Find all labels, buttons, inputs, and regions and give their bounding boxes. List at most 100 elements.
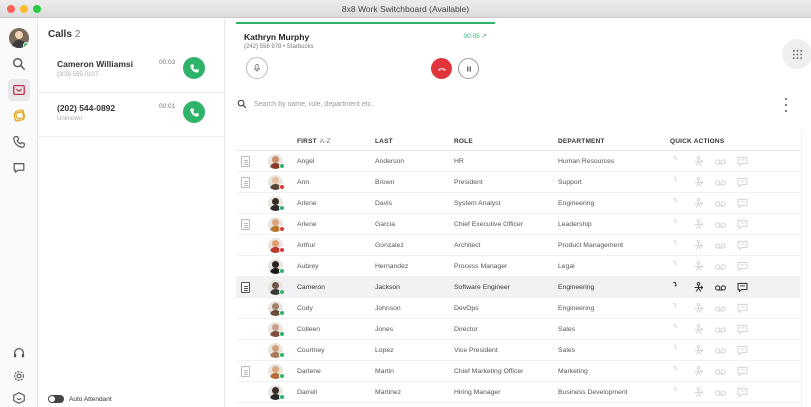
transfer-icon[interactable] bbox=[692, 344, 705, 357]
table-row[interactable]: Courtney Lopez Vice President Sales bbox=[236, 340, 800, 361]
rail-switchboard-button[interactable] bbox=[8, 79, 30, 101]
column-header-role[interactable]: ROLE bbox=[454, 138, 473, 145]
table-row[interactable]: Arthur Gonzalez Architect Product Managemen… bbox=[236, 235, 800, 256]
message-icon[interactable] bbox=[736, 176, 749, 189]
presence-dot bbox=[279, 205, 285, 211]
message-icon[interactable] bbox=[736, 302, 749, 315]
answer-call-button[interactable] bbox=[183, 57, 205, 79]
rail-app-button[interactable] bbox=[8, 387, 30, 407]
voicemail-icon[interactable] bbox=[714, 386, 727, 399]
transfer-icon[interactable] bbox=[692, 239, 705, 252]
transfer-icon[interactable] bbox=[692, 197, 705, 210]
table-row[interactable]: Cameron Jackson Software Engineer Engineeri… bbox=[236, 277, 800, 298]
answer-call-button[interactable] bbox=[183, 101, 205, 123]
message-icon[interactable] bbox=[736, 344, 749, 357]
transfer-icon[interactable] bbox=[692, 386, 705, 399]
table-row[interactable]: Arlene Davis System Analyst Engineering bbox=[236, 193, 800, 214]
transfer-icon[interactable] bbox=[692, 218, 705, 231]
message-icon[interactable] bbox=[736, 260, 749, 273]
call-icon[interactable] bbox=[670, 365, 683, 378]
call-icon[interactable] bbox=[670, 155, 683, 168]
notes-icon[interactable] bbox=[241, 282, 250, 293]
call-icon[interactable] bbox=[670, 386, 683, 399]
call-icon[interactable] bbox=[670, 281, 683, 294]
table-row[interactable]: Cody Johnson DevOps Engineering bbox=[236, 298, 800, 319]
call-icon[interactable] bbox=[670, 176, 683, 189]
table-row[interactable]: Colleen Jones Director Sales bbox=[236, 319, 800, 340]
voicemail-icon[interactable] bbox=[714, 197, 727, 210]
quick-actions bbox=[670, 218, 749, 231]
incoming-call-item[interactable]: Cameron Williamsi (303) 555-0107 00:03 bbox=[39, 49, 225, 93]
rail-contacts-button[interactable] bbox=[8, 105, 30, 127]
rail-settings-button[interactable] bbox=[8, 365, 30, 387]
voicemail-icon[interactable] bbox=[714, 344, 727, 357]
cell-department: Human Resources bbox=[558, 158, 615, 165]
hang-up-button[interactable] bbox=[431, 58, 452, 79]
cell-last-name: Lopez bbox=[375, 347, 394, 354]
voicemail-icon[interactable] bbox=[714, 323, 727, 336]
incoming-call-item[interactable]: (202) 544-0892 Unknown 00:01 bbox=[39, 93, 225, 137]
voicemail-icon[interactable] bbox=[714, 218, 727, 231]
voicemail-icon[interactable] bbox=[714, 176, 727, 189]
message-icon[interactable] bbox=[736, 323, 749, 336]
message-icon[interactable] bbox=[736, 155, 749, 168]
voicemail-icon[interactable] bbox=[714, 281, 727, 294]
more-options-button[interactable] bbox=[783, 98, 789, 112]
table-row[interactable]: Angel Anderson HR Human Resources bbox=[236, 151, 800, 172]
table-row[interactable]: Ann Brown President Support bbox=[236, 172, 800, 193]
transfer-icon[interactable] bbox=[692, 302, 705, 315]
message-icon[interactable] bbox=[736, 281, 749, 294]
transfer-icon[interactable] bbox=[692, 260, 705, 273]
voicemail-icon[interactable] bbox=[714, 155, 727, 168]
voicemail-icon[interactable] bbox=[714, 365, 727, 378]
my-avatar[interactable] bbox=[9, 28, 29, 48]
call-icon[interactable] bbox=[670, 260, 683, 273]
transfer-icon[interactable] bbox=[692, 176, 705, 189]
rail-support-button[interactable] bbox=[8, 342, 30, 364]
cell-first-name: Darlene bbox=[297, 368, 321, 375]
notes-icon[interactable] bbox=[241, 219, 250, 230]
message-icon[interactable] bbox=[736, 386, 749, 399]
call-icon[interactable] bbox=[670, 344, 683, 357]
voicemail-icon[interactable] bbox=[714, 302, 727, 315]
call-icon[interactable] bbox=[670, 323, 683, 336]
message-icon[interactable] bbox=[736, 197, 749, 210]
table-row[interactable]: Aubrey Hernandez Process Manager Legal bbox=[236, 256, 800, 277]
hold-button[interactable] bbox=[458, 58, 479, 79]
notes-icon[interactable] bbox=[241, 177, 250, 188]
notes-icon[interactable] bbox=[241, 156, 250, 167]
transfer-icon[interactable] bbox=[692, 365, 705, 378]
caller-number: Unknown bbox=[57, 116, 83, 122]
search-input[interactable] bbox=[254, 100, 434, 108]
call-icon[interactable] bbox=[670, 218, 683, 231]
voicemail-icon[interactable] bbox=[714, 260, 727, 273]
auto-attendant-toggle[interactable] bbox=[48, 395, 64, 403]
quick-actions bbox=[670, 197, 749, 210]
message-icon[interactable] bbox=[736, 218, 749, 231]
rail-search-button[interactable] bbox=[8, 53, 30, 75]
call-icon[interactable] bbox=[670, 197, 683, 210]
table-row[interactable]: Arlene Garcia Chief Executive Officer Leade… bbox=[236, 214, 800, 235]
call-icon[interactable] bbox=[670, 239, 683, 252]
table-row[interactable]: Darlene Martin Chief Marketing Officer Mark… bbox=[236, 361, 800, 382]
column-header-last[interactable]: LAST bbox=[375, 138, 393, 145]
column-header-department[interactable]: DEPARTMENT bbox=[558, 138, 605, 145]
column-header-first[interactable]: FIRST A-Z bbox=[297, 138, 331, 145]
rail-chat-button[interactable] bbox=[8, 157, 30, 179]
message-icon[interactable] bbox=[736, 239, 749, 252]
table-row[interactable]: Darrell Martinez Hiring Manager Business De… bbox=[236, 382, 800, 403]
transfer-icon[interactable] bbox=[692, 281, 705, 294]
cell-department: Support bbox=[558, 179, 582, 186]
voicemail-icon[interactable] bbox=[714, 239, 727, 252]
cell-role: Vice President bbox=[454, 347, 498, 354]
transfer-icon[interactable] bbox=[692, 323, 705, 336]
message-icon[interactable] bbox=[736, 365, 749, 378]
sort-indicator[interactable]: A-Z bbox=[320, 138, 331, 145]
dialpad-button[interactable] bbox=[782, 39, 811, 69]
rail-phone-button[interactable] bbox=[8, 131, 30, 153]
mute-button[interactable] bbox=[246, 57, 268, 79]
call-icon[interactable] bbox=[670, 302, 683, 315]
transfer-icon[interactable] bbox=[692, 155, 705, 168]
presence-dot bbox=[279, 373, 285, 379]
notes-icon[interactable] bbox=[241, 366, 250, 377]
